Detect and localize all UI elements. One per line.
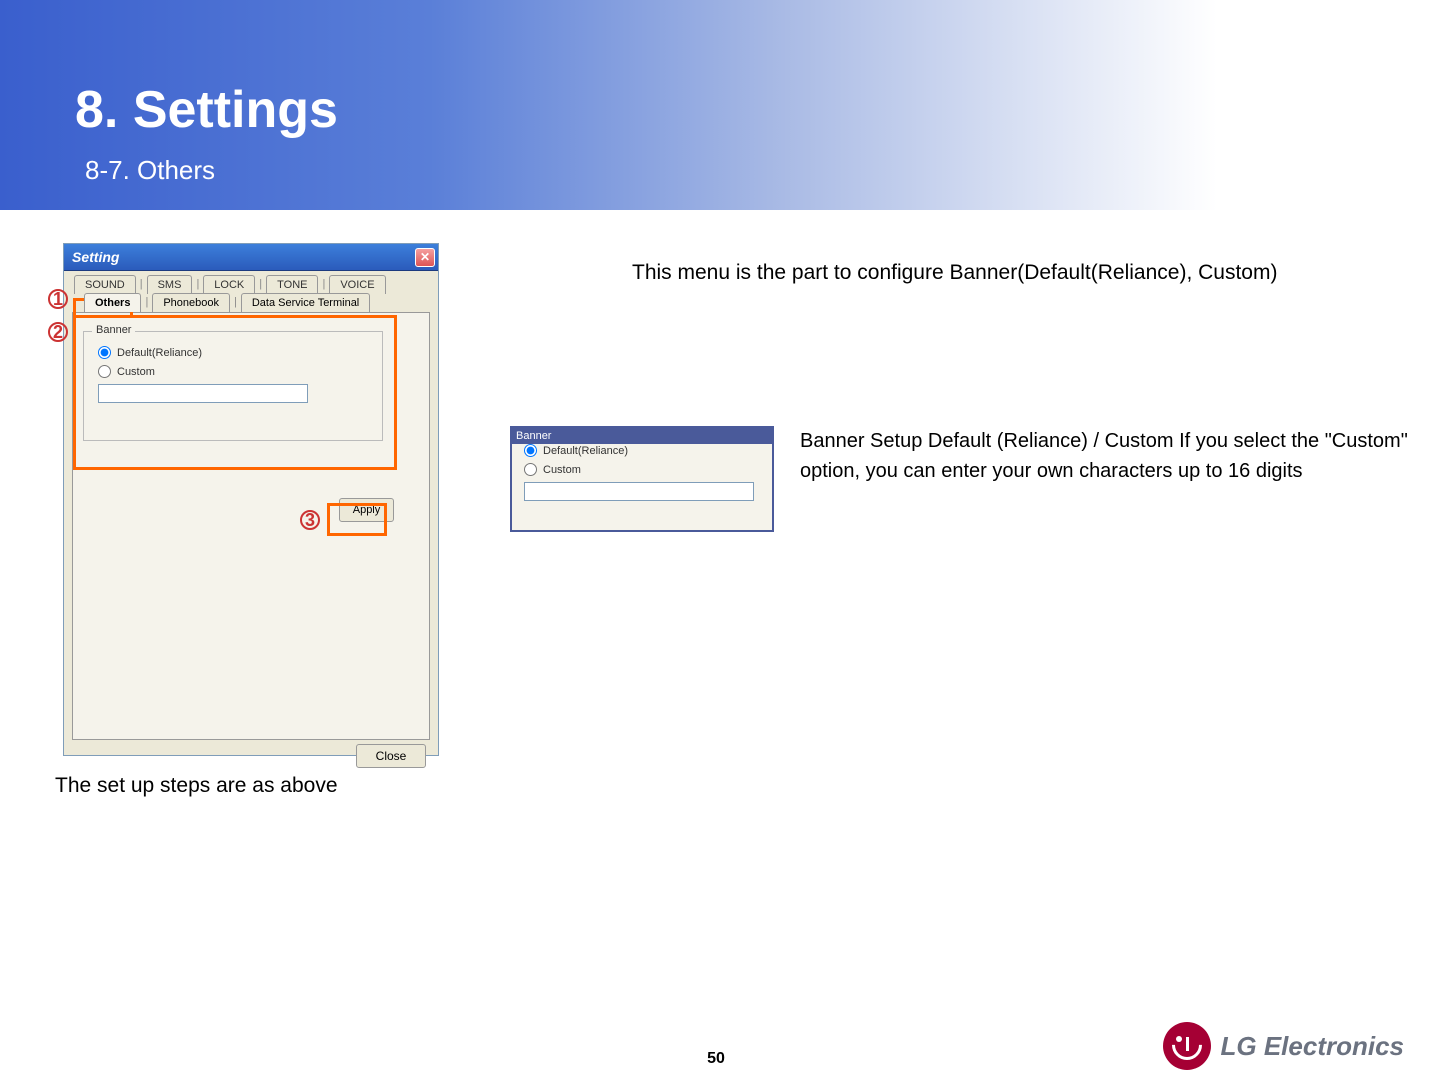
- lg-logo: LG Electronics: [1163, 1022, 1405, 1070]
- zoom-custom-input[interactable]: [524, 482, 754, 501]
- tab-dst[interactable]: Data Service Terminal: [241, 293, 370, 312]
- banner-group-label: Banner: [92, 324, 135, 336]
- zoom-radio-default-row: Default(Reliance): [524, 444, 772, 457]
- banner-groupbox: Banner Default(Reliance) Custom: [83, 331, 383, 441]
- tabs-row-1: SOUND | SMS | LOCK | TONE | VOICE: [64, 271, 438, 294]
- description-detail: Banner Setup Default (Reliance) / Custom…: [800, 426, 1420, 486]
- radio-default-row: Default(Reliance): [98, 346, 382, 359]
- marker-3: 3: [300, 510, 320, 530]
- setting-window: Setting ✕ SOUND | SMS | LOCK | TONE | VO…: [63, 243, 439, 756]
- apply-button[interactable]: Apply: [339, 498, 394, 522]
- window-title: Setting: [72, 249, 119, 265]
- description-main: This menu is the part to configure Banne…: [632, 258, 1277, 287]
- page-number: 50: [707, 1050, 725, 1068]
- title-bar: Setting ✕: [64, 244, 438, 271]
- radio-custom-label: Custom: [117, 366, 155, 378]
- tab-sms[interactable]: SMS: [147, 275, 193, 294]
- zoom-title: Banner: [512, 428, 772, 444]
- tab-voice[interactable]: VOICE: [329, 275, 385, 294]
- tab-lock[interactable]: LOCK: [203, 275, 255, 294]
- page-subtitle: 8-7. Others: [85, 155, 215, 186]
- radio-custom[interactable]: [98, 365, 111, 378]
- radio-default[interactable]: [98, 346, 111, 359]
- tab-content: Banner Default(Reliance) Custom Apply: [72, 312, 430, 740]
- tabs-row-2: Others | Phonebook | Data Service Termin…: [64, 293, 438, 312]
- zoom-radio-default[interactable]: [524, 444, 537, 457]
- page-title: 8. Settings: [75, 80, 338, 140]
- lg-logo-text: LG Electronics: [1221, 1031, 1405, 1062]
- marker-2: 2: [48, 322, 68, 342]
- radio-custom-row: Custom: [98, 365, 382, 378]
- radio-default-label: Default(Reliance): [117, 347, 202, 359]
- custom-banner-input[interactable]: [98, 384, 308, 403]
- close-button[interactable]: Close: [356, 744, 426, 768]
- window-close-button[interactable]: ✕: [415, 248, 435, 267]
- tab-tone[interactable]: TONE: [266, 275, 318, 294]
- zoom-radio-custom-row: Custom: [524, 463, 772, 476]
- banner-zoom-panel: Banner Default(Reliance) Custom: [510, 426, 774, 532]
- tab-phonebook[interactable]: Phonebook: [152, 293, 230, 312]
- zoom-radio-default-label: Default(Reliance): [543, 445, 628, 457]
- close-row: Close: [64, 744, 438, 768]
- tab-others[interactable]: Others: [84, 293, 141, 312]
- setup-caption: The set up steps are as above: [55, 774, 338, 798]
- zoom-radio-custom-label: Custom: [543, 464, 581, 476]
- tab-sound[interactable]: SOUND: [74, 275, 136, 294]
- lg-logo-icon: [1163, 1022, 1211, 1070]
- marker-1: 1: [48, 289, 68, 309]
- zoom-radio-custom[interactable]: [524, 463, 537, 476]
